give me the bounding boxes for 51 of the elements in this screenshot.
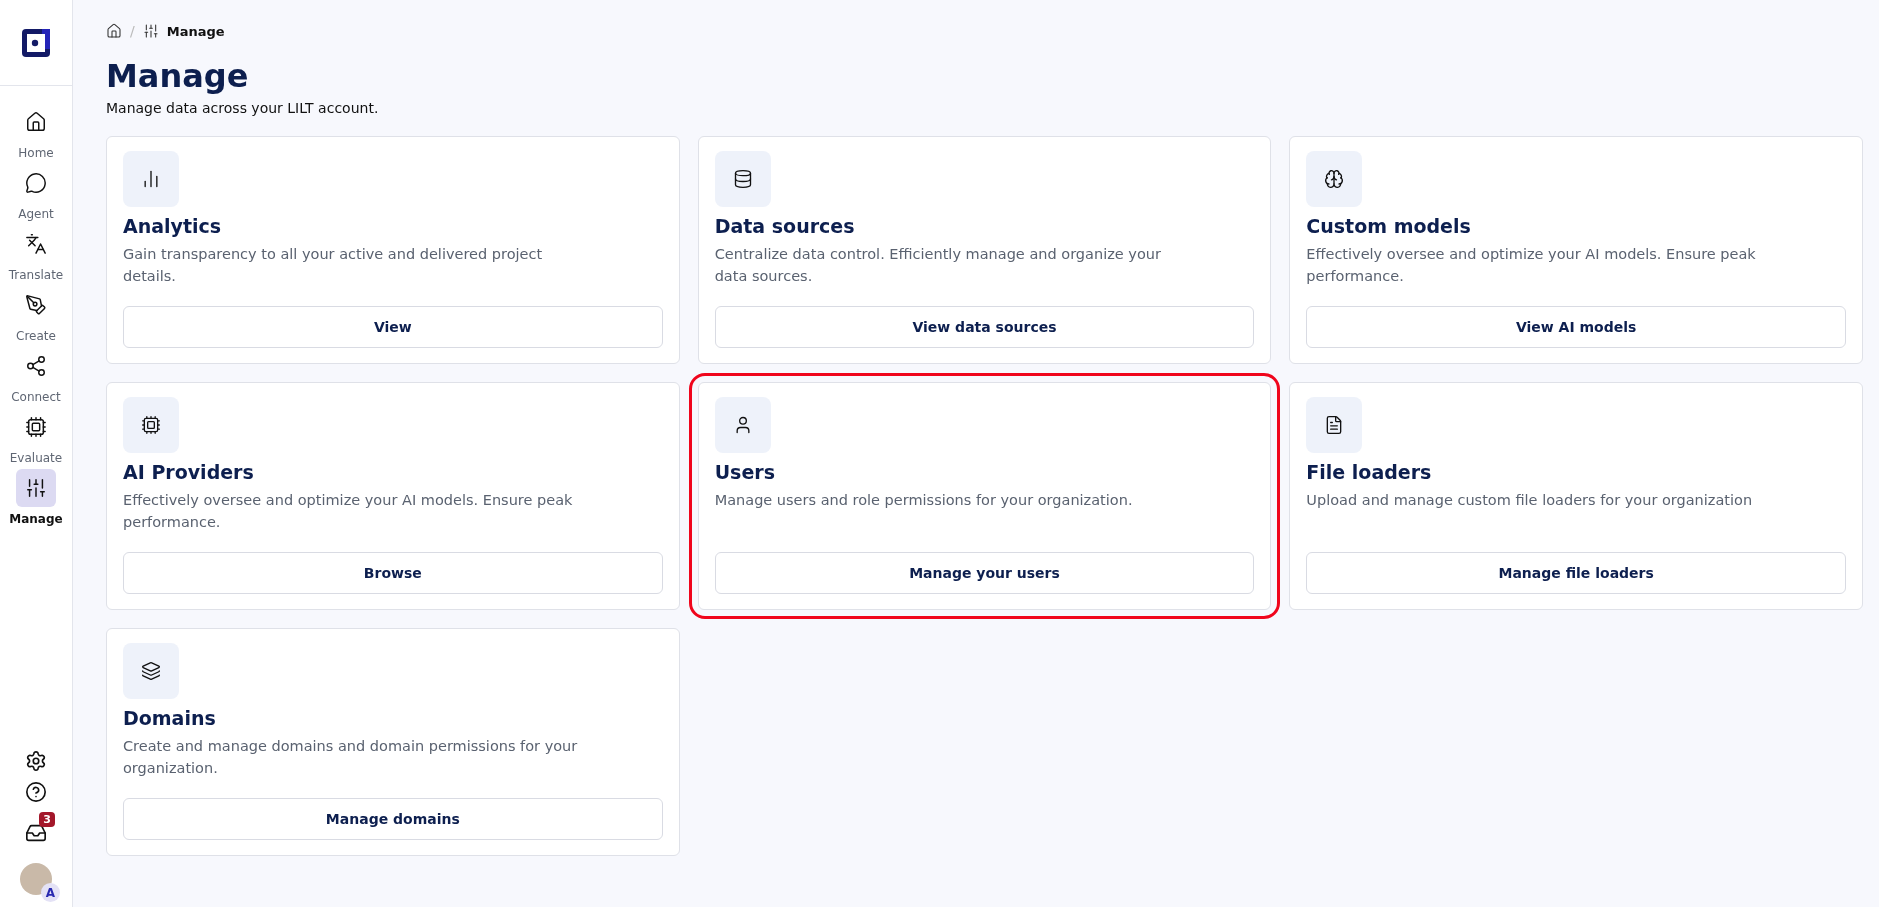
nav-item[interactable]: Evaluate [1, 408, 71, 465]
database-icon [732, 169, 753, 189]
nav-item[interactable]: Connect [1, 347, 71, 404]
card-title: Analytics [123, 215, 223, 237]
page-title: Manage [106, 56, 250, 96]
card-title: Data sources [714, 215, 856, 237]
card-description: Effectively oversee and optimize your AI models. Ensure peak performance. [1306, 245, 1757, 286]
translate-icon [25, 233, 47, 255]
nav-item[interactable]: Translate [1, 225, 71, 282]
card-description: Centralize data control. Efficiently manage and organize your data sources. [714, 245, 1162, 286]
account-initial: A [41, 883, 60, 902]
home-icon[interactable] [106, 23, 122, 39]
chip-icon [141, 415, 161, 435]
inbox-button[interactable] [25, 822, 47, 844]
card-action-button[interactable]: Manage file loaders [1306, 552, 1846, 594]
help-button[interactable] [25, 781, 47, 803]
card-action-button[interactable]: View [123, 306, 663, 348]
layers-icon [141, 661, 161, 681]
card-action-button[interactable]: Manage domains [123, 798, 663, 840]
card-title: Custom models [1306, 215, 1472, 237]
logo-icon [20, 26, 52, 59]
card-action-button[interactable]: View data sources [714, 306, 1255, 348]
card-title: Users [714, 461, 776, 483]
settings-button[interactable] [25, 750, 47, 772]
card-description: Create and manage domains and domain permissions for your organization. [123, 737, 579, 778]
card-action-button[interactable]: Manage your users [714, 552, 1255, 594]
breadcrumb-separator: / [130, 23, 135, 39]
nav-item[interactable]: Manage [1, 469, 71, 526]
card-title: AI Providers [123, 461, 255, 483]
brain-icon [1324, 169, 1345, 189]
pen-nib-icon [25, 294, 47, 316]
card-title: Domains [123, 707, 217, 729]
page-subtitle: Manage data across your LILT account. [106, 100, 380, 116]
card-action-button[interactable]: Browse [123, 552, 663, 594]
nav-item[interactable]: Create [1, 286, 71, 343]
speech-bubble-icon [25, 172, 47, 194]
chip-icon [25, 416, 47, 438]
card-description: Upload and manage custom file loaders for your organization [1306, 491, 1754, 510]
breadcrumb-current: Manage [166, 23, 225, 39]
card-action-button[interactable]: View AI models [1306, 306, 1846, 348]
home-icon [25, 111, 47, 133]
share-icon [25, 355, 47, 377]
card-title: File loaders [1306, 461, 1433, 483]
notification-count: 3 [39, 812, 55, 827]
sliders-icon [25, 477, 47, 499]
card-description: Effectively oversee and optimize your AI models. Ensure peak performance. [123, 491, 574, 532]
nav-item[interactable]: Agent [1, 164, 71, 221]
sliders-icon [142, 23, 159, 39]
card-description: Gain transparency to all your active and delivered project details. [123, 245, 544, 286]
nav-item[interactable]: Home [1, 103, 71, 160]
card-description: Manage users and role permissions for your organization. [714, 491, 1134, 510]
